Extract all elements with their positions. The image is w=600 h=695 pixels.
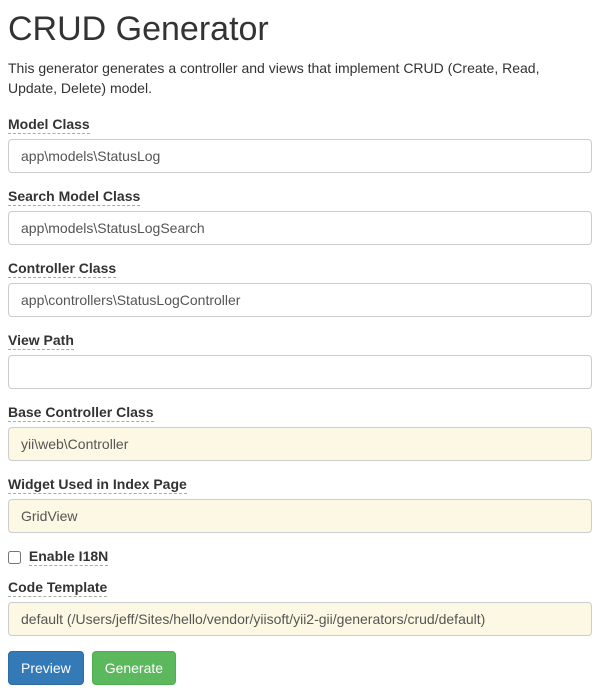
label-view-path: View Path [8, 332, 74, 350]
field-base-controller-class: Base Controller Class [8, 404, 592, 461]
page-title: CRUD Generator [8, 10, 592, 49]
label-base-controller-class: Base Controller Class [8, 404, 154, 422]
input-view-path[interactable] [8, 355, 592, 389]
field-enable-i18n: Enable I18N [8, 548, 592, 564]
field-model-class: Model Class [8, 116, 592, 173]
field-widget-used: Widget Used in Index Page [8, 476, 592, 533]
label-code-template: Code Template [8, 579, 107, 597]
label-widget-used: Widget Used in Index Page [8, 476, 187, 494]
label-model-class: Model Class [8, 116, 90, 134]
input-code-template[interactable] [8, 602, 592, 636]
button-row: Preview Generate [8, 651, 592, 685]
label-controller-class: Controller Class [8, 260, 116, 278]
field-code-template: Code Template [8, 579, 592, 636]
input-widget-used[interactable] [8, 499, 592, 533]
preview-button[interactable]: Preview [8, 651, 84, 685]
label-enable-i18n: Enable I18N [29, 548, 108, 566]
input-model-class[interactable] [8, 139, 592, 173]
field-controller-class: Controller Class [8, 260, 592, 317]
page-description: This generator generates a controller an… [8, 59, 592, 98]
input-search-model-class[interactable] [8, 211, 592, 245]
input-controller-class[interactable] [8, 283, 592, 317]
label-search-model-class: Search Model Class [8, 188, 140, 206]
input-base-controller-class[interactable] [8, 427, 592, 461]
checkbox-enable-i18n[interactable] [8, 551, 21, 564]
field-search-model-class: Search Model Class [8, 188, 592, 245]
generate-button[interactable]: Generate [92, 651, 176, 685]
field-view-path: View Path [8, 332, 592, 389]
